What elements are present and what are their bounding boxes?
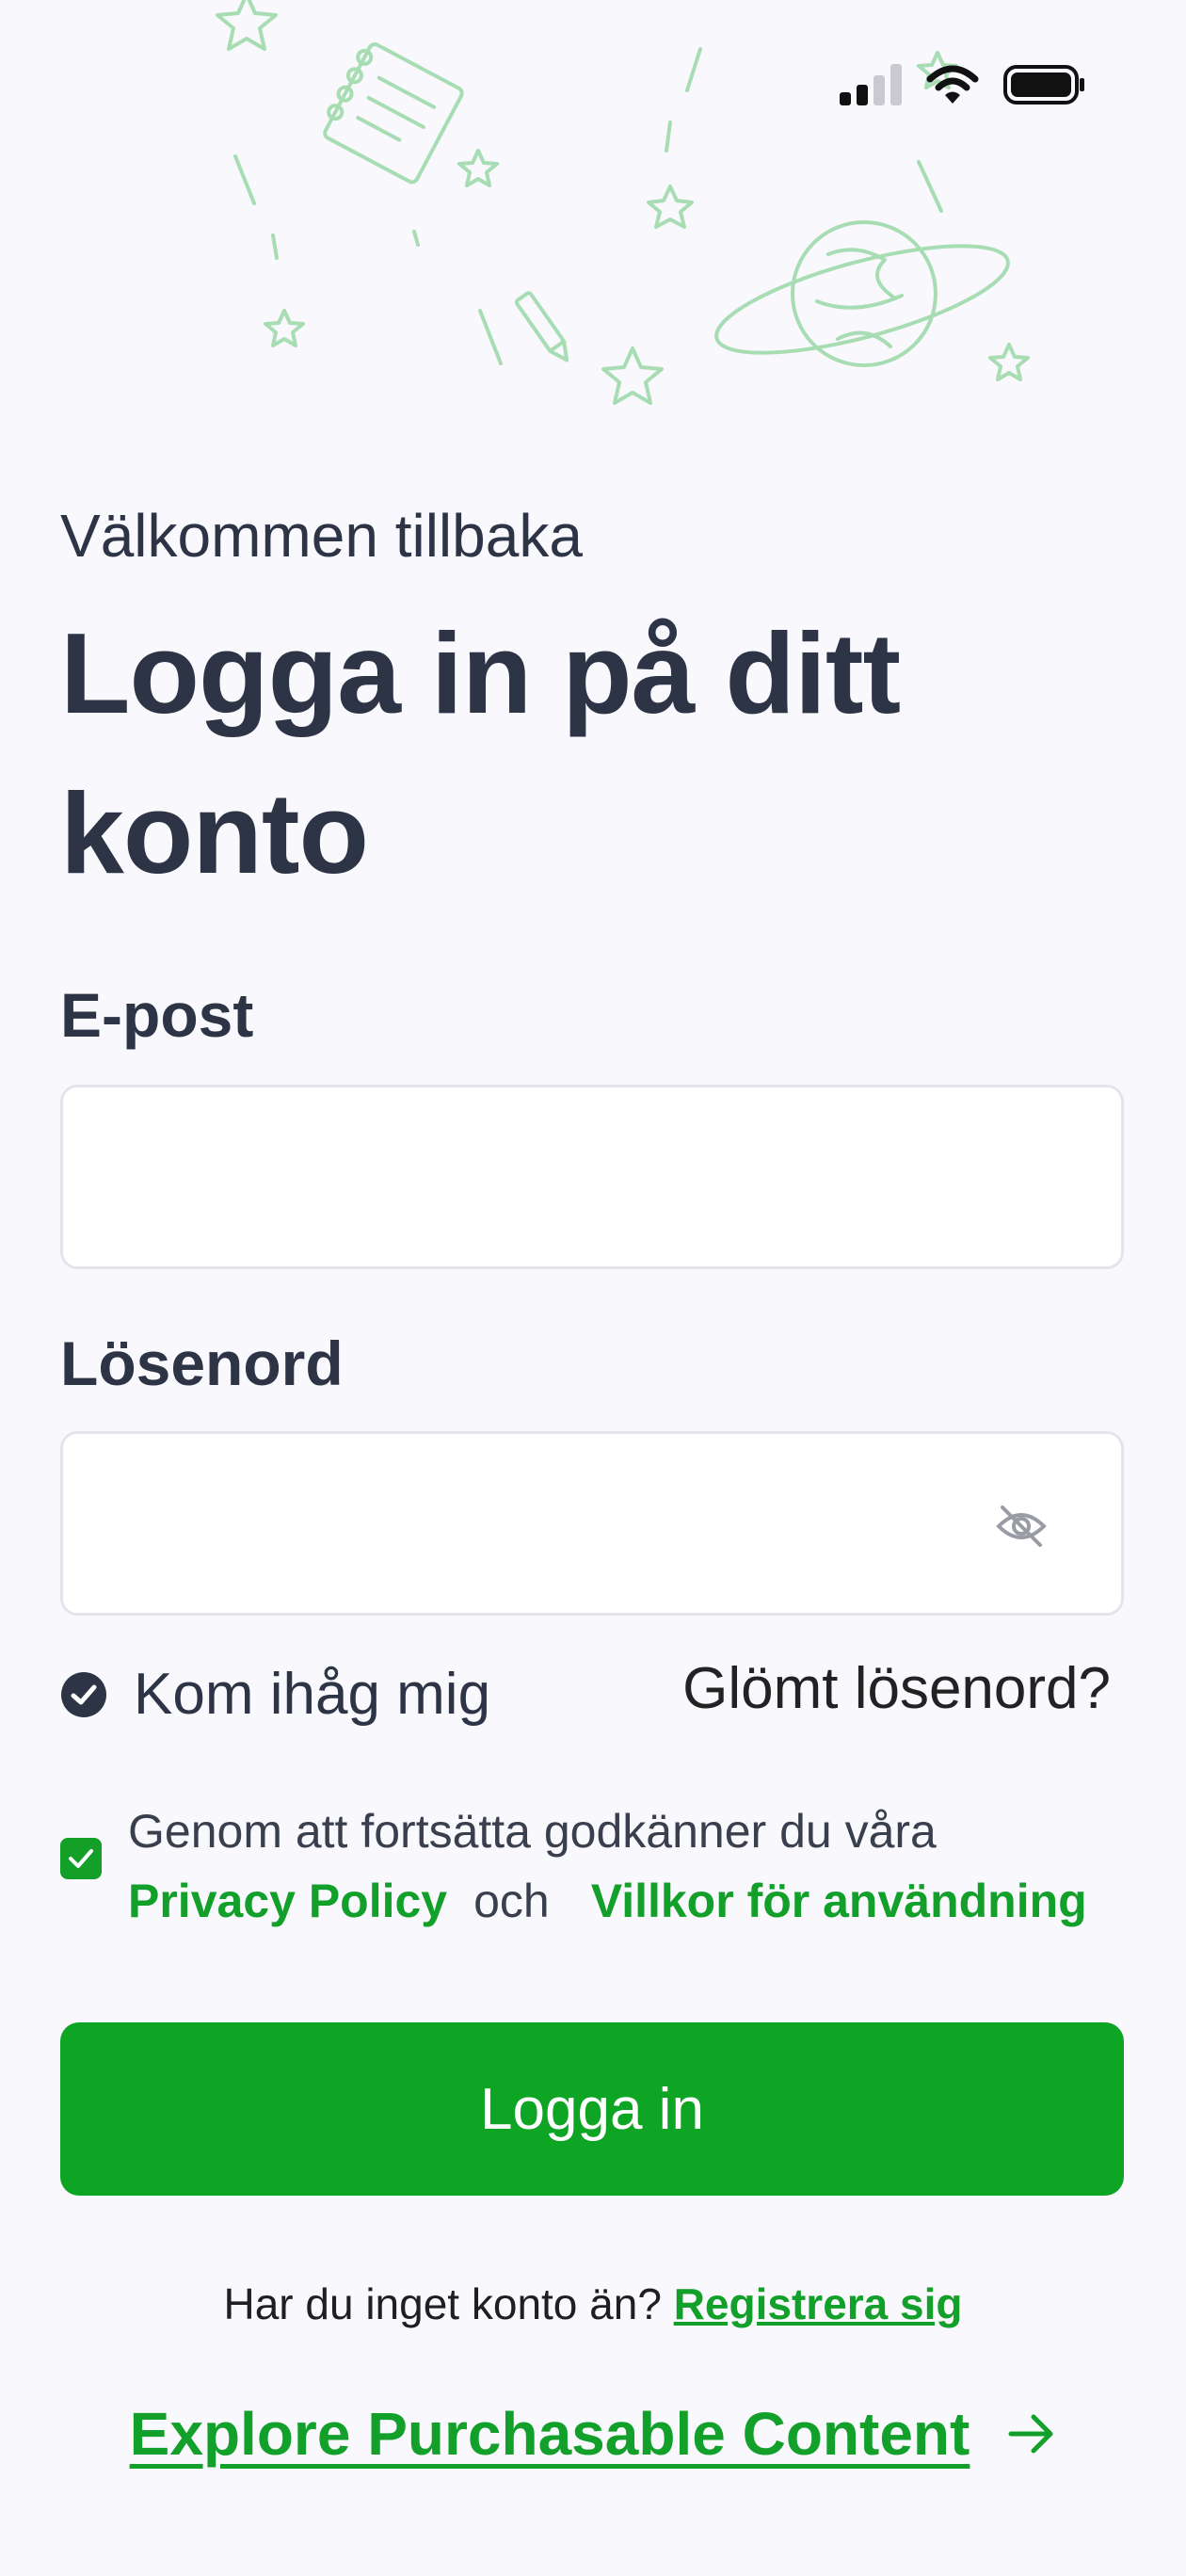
star-decoration (988, 343, 1030, 381)
arrow-right-icon[interactable] (1007, 2413, 1056, 2455)
star-decoration (647, 185, 694, 229)
battery-icon (1003, 65, 1084, 105)
email-label: E-post (60, 980, 254, 1050)
star-decoration (457, 149, 499, 187)
terms-conjunction: och (473, 1875, 550, 1927)
explore-content-label[interactable]: Explore Purchasable Content (130, 2399, 970, 2469)
check-icon (69, 1849, 93, 1868)
login-button[interactable]: Logga in (60, 2022, 1124, 2196)
email-field[interactable] (97, 1087, 948, 1268)
privacy-policy-link[interactable]: Privacy Policy (128, 1875, 447, 1927)
forgot-password-link[interactable]: Glömt lösenord? (682, 1655, 1111, 1722)
remember-me-toggle[interactable]: Kom ihåg mig (60, 1661, 490, 1728)
email-field-container (60, 1085, 1124, 1269)
page-title: Logga in på ditt konto (60, 609, 901, 897)
wifi-icon (926, 65, 979, 104)
star-decoration (601, 346, 664, 405)
star-decoration (216, 0, 278, 51)
register-link[interactable]: Registrera sig (674, 2279, 963, 2328)
terms-text: Genom att fortsätta godkänner du våra (128, 1805, 937, 1858)
explore-content-link[interactable]: Explore Purchasable Content (0, 2399, 1186, 2469)
password-field-container (60, 1431, 1124, 1616)
check-circle-icon[interactable] (60, 1671, 107, 1718)
cellular-signal-icon (840, 64, 902, 105)
password-label: Lösenord (60, 1328, 344, 1398)
pencil-decoration (514, 291, 569, 362)
terms-checkbox[interactable] (60, 1838, 102, 1879)
terms-links: Privacy Policy och Villkor för användning (128, 1874, 1087, 1928)
star-decoration (264, 309, 305, 347)
status-bar (840, 64, 1086, 105)
password-field[interactable] (97, 1434, 948, 1615)
terms-of-use-link[interactable]: Villkor för användning (591, 1875, 1087, 1927)
register-prompt: Har du inget konto än? (223, 2279, 662, 2328)
remember-me-label: Kom ihåg mig (134, 1662, 491, 1727)
register-row: Har du inget konto än? Registrera sig (0, 2278, 1186, 2329)
notebook-decoration (323, 42, 464, 185)
planet-decoration (714, 220, 1010, 367)
eye-off-icon[interactable] (995, 1504, 1048, 1549)
welcome-text: Välkommen tillbaka (60, 502, 583, 570)
